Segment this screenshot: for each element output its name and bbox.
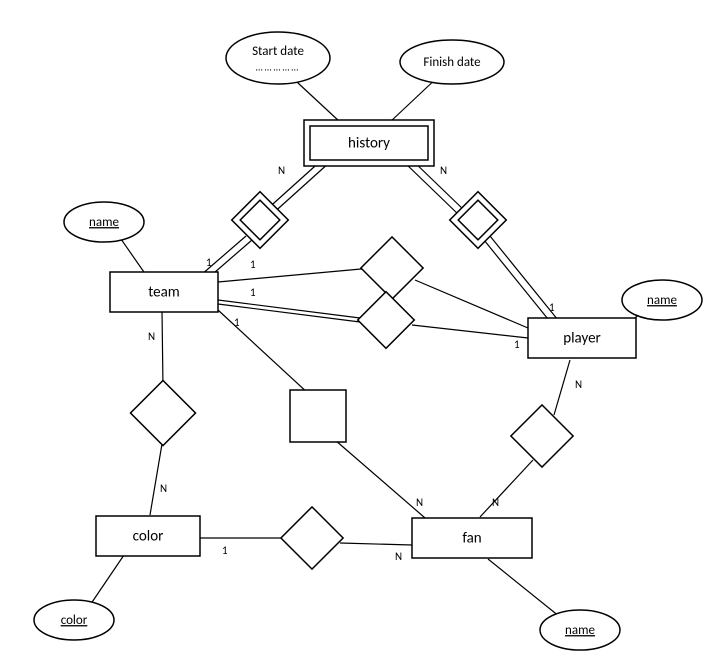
card-player-fan: N	[575, 378, 582, 391]
edge-fan-player-d	[480, 460, 533, 517]
rel-team-player-a	[361, 237, 423, 299]
attr-player-name: name	[622, 280, 702, 320]
rel-player-fan	[511, 405, 573, 467]
edge-fan-team-d	[335, 440, 432, 524]
card-color-fan: 1	[222, 544, 228, 557]
entity-team: team	[110, 272, 218, 312]
entity-color: color	[96, 516, 200, 556]
entity-history: history	[304, 120, 434, 166]
card-fan-player: N	[492, 496, 499, 509]
attr-finish-date-label: Finish date	[423, 55, 480, 70]
card-color-team: N	[160, 482, 167, 495]
attr-finish-date: Finish date	[400, 40, 504, 84]
rel-team-fan	[290, 390, 346, 442]
edge-team-fan-d	[218, 310, 310, 395]
card-player-history: 1	[549, 301, 555, 314]
attr-team-name: name	[64, 202, 144, 242]
edge-team-tp-a	[218, 268, 372, 282]
attr-player-name-label: name	[647, 293, 677, 308]
card-team-history: 1	[206, 256, 212, 269]
card-history-team: N	[278, 164, 285, 177]
card-fan-color: N	[395, 550, 402, 563]
card-team-color: N	[148, 330, 155, 343]
entity-color-label: color	[133, 528, 164, 546]
card-player-tp-b: 1	[514, 338, 520, 351]
edge-playerdiamond-to-player	[484, 236, 558, 324]
edge-color-team-d	[150, 438, 163, 515]
entity-player: player	[528, 318, 636, 358]
card-fan-team: N	[416, 496, 423, 509]
attr-start-date-extra: ……………	[256, 60, 301, 73]
rel-team-color	[130, 380, 195, 445]
entity-history-label: history	[348, 135, 390, 153]
attr-fan-name: name	[540, 610, 620, 650]
edge-player-tp-a	[415, 280, 528, 328]
attr-fan-name-label: name	[565, 623, 595, 638]
entity-team-label: team	[148, 284, 180, 302]
entity-fan: fan	[412, 518, 532, 558]
rel-team-player-b	[358, 292, 415, 349]
attr-color-color: color	[34, 600, 114, 640]
attr-start-date-label: Start date	[252, 44, 304, 59]
attr-start-date: Start date ……………	[226, 32, 330, 84]
rel-color-fan	[281, 507, 343, 569]
edge-player-fan-d	[554, 360, 570, 415]
edge-player-tp-b	[412, 325, 528, 338]
edge-fan-color-d	[340, 543, 412, 545]
edge-team-color-d	[162, 310, 163, 388]
card-team-fan: 1	[234, 316, 240, 329]
attr-team-name-label: name	[89, 215, 119, 230]
entity-fan-label: fan	[462, 530, 481, 548]
rel-team-history	[232, 192, 289, 249]
card-team-tp-a: 1	[250, 258, 256, 271]
er-diagram: N 1 N 1 1 1 1 N N 1 N N N 1 N	[0, 0, 728, 672]
entity-player-label: player	[563, 330, 601, 348]
card-history-player: N	[440, 164, 447, 177]
rel-player-history	[450, 192, 507, 249]
card-team-tp-b: 1	[250, 286, 256, 299]
attr-color-color-label: color	[61, 613, 88, 628]
